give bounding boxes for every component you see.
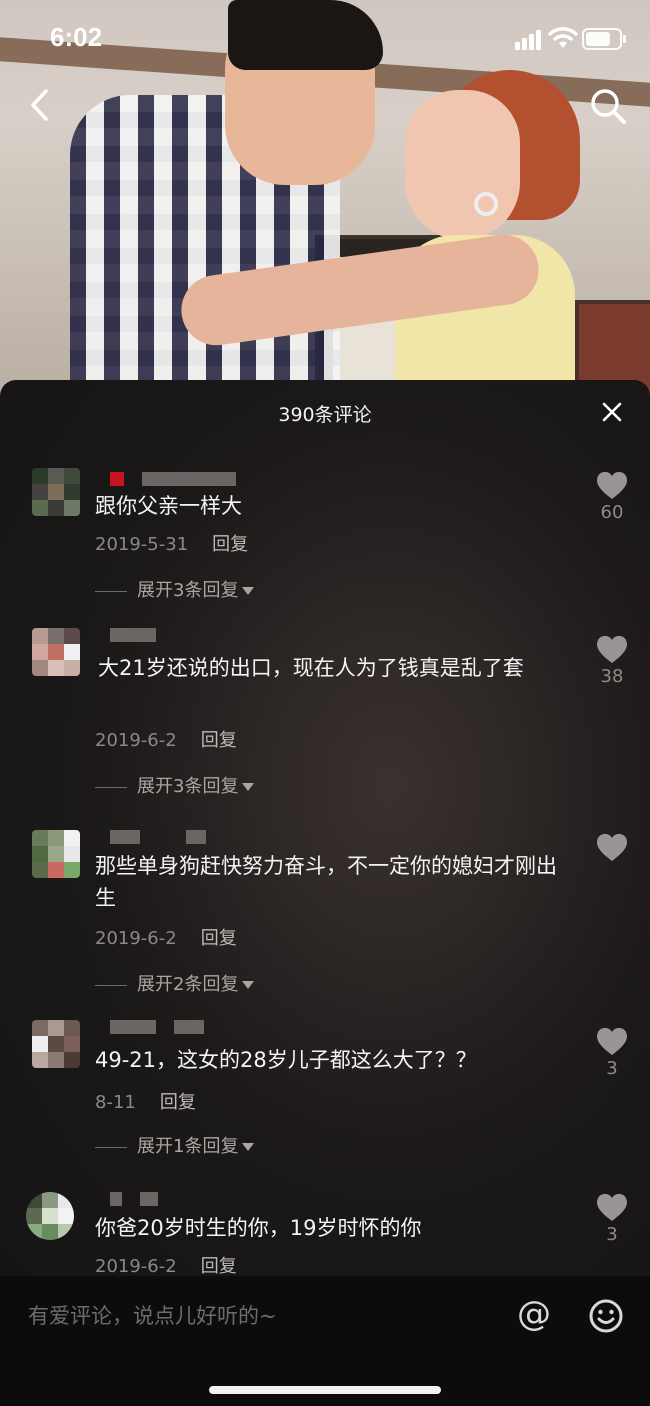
reply-button[interactable]: 回复 [201,730,237,751]
expand-replies-button[interactable]: 展开3条回复 [95,576,255,602]
battery-icon [582,28,626,50]
emoji-icon[interactable] [588,1298,624,1334]
like-button[interactable]: 3 [593,1194,631,1245]
expand-replies-label: 展开3条回复 [137,580,239,601]
reply-button[interactable]: 回复 [212,534,248,555]
caret-down-icon [242,587,255,595]
comment-meta: 2019-6-2 回复 [95,1252,237,1278]
search-icon[interactable] [587,85,629,127]
avatar[interactable] [32,1020,80,1068]
avatar[interactable] [32,628,80,676]
chevron-left-icon[interactable] [22,85,62,125]
caret-down-icon [242,1143,255,1151]
like-button[interactable] [593,834,631,864]
avatar[interactable] [32,830,80,878]
comment-text: 大21岁还说的出口，现在人为了钱真是乱了套 [98,656,524,680]
earring [474,192,498,216]
caret-down-icon [242,981,255,989]
like-count: 3 [606,1058,618,1079]
close-icon[interactable] [600,400,624,424]
comment-date: 2019-6-2 [95,730,177,751]
reply-button[interactable]: 回复 [201,1256,237,1277]
heart-icon [597,1028,627,1055]
heart-icon [597,636,627,663]
like-button[interactable]: 60 [593,472,631,523]
expand-replies-button[interactable]: 展开1条回复 [95,1132,255,1158]
expand-replies-button[interactable]: 展开3条回复 [95,772,255,798]
like-button[interactable]: 3 [593,1028,631,1079]
comment-text: 那些单身狗赶快努力奋斗，不一定你的媳妇才刚出生 [95,854,557,910]
wifi-icon [548,27,578,48]
comment-date: 2019-6-2 [95,1256,177,1277]
comment-date: 2019-5-31 [95,534,189,555]
comment-date: 2019-6-2 [95,928,177,949]
reply-button[interactable]: 回复 [201,928,237,949]
mention-at-button[interactable]: @ [517,1294,551,1334]
status-time: 6:02 [50,22,103,52]
woman-head [405,90,520,240]
like-count: 3 [606,1224,618,1245]
caret-down-icon [242,783,255,791]
like-button[interactable]: 38 [593,636,631,687]
comment-input[interactable]: 有爱评论，说点儿好听的~ [28,1300,277,1330]
comment-text: 你爸20岁时生的你，19岁时怀的你 [95,1216,422,1240]
heart-icon [597,472,627,499]
home-indicator[interactable] [209,1386,441,1394]
comment-meta: 2019-5-31 回复 [95,530,248,556]
comment-meta: 8-11 回复 [95,1088,196,1114]
comment-text: 49-21，这女的28岁儿子都这么大了？？ [95,1048,477,1072]
cellular-signal-icon [515,28,543,50]
expand-replies-button[interactable]: 展开2条回复 [95,970,255,996]
comment-date: 8-11 [95,1092,136,1113]
expand-replies-label: 展开2条回复 [137,974,239,995]
comment-text: 跟你父亲一样大 [95,494,242,518]
reply-button[interactable]: 回复 [160,1092,196,1113]
comment-meta: 2019-6-2 回复 [95,726,237,752]
expand-replies-label: 展开3条回复 [137,776,239,797]
heart-icon [597,834,627,861]
status-bar: 6:02 [0,0,650,80]
like-count: 60 [600,502,624,523]
comment-meta: 2019-6-2 回复 [95,924,237,950]
heart-icon [597,1194,627,1221]
comments-sheet: 390条评论 跟你父亲一样大 2019-5-31 回复 展开3条回复 60 大2… [0,380,650,1280]
expand-replies-label: 展开1条回复 [137,1136,239,1157]
avatar[interactable] [26,1192,74,1240]
comments-count-title: 390条评论 [278,404,372,426]
avatar[interactable] [32,468,80,516]
like-count: 38 [600,666,624,687]
